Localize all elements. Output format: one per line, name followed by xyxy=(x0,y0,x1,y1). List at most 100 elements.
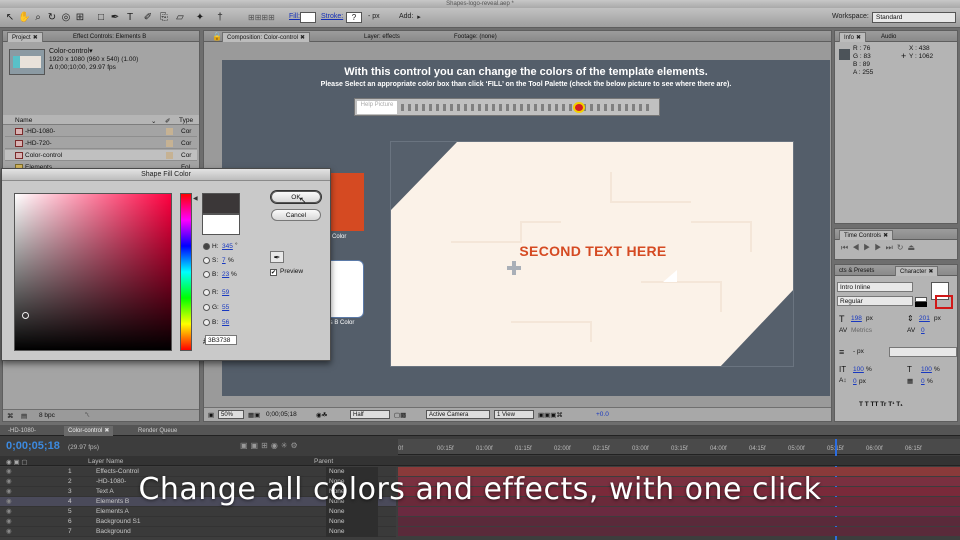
sort-chevron-icon[interactable]: ⌄ xyxy=(151,117,156,125)
tab-render-queue[interactable]: Render Queue xyxy=(134,426,181,436)
tab-character[interactable]: Character ✖ xyxy=(895,266,939,276)
clone-stamp-tool-icon[interactable]: ⎘ xyxy=(158,11,170,24)
blue-value[interactable]: 56 xyxy=(222,319,229,326)
workspace-select[interactable]: Standard xyxy=(872,12,956,23)
hue-slider[interactable] xyxy=(180,193,192,351)
layer-row[interactable]: ◉ 6 Background S1 None xyxy=(0,517,396,527)
playback-controls[interactable]: ⏮◀▶▶⏭↻⏏ xyxy=(841,243,919,253)
vertical-scale-value[interactable]: 100 xyxy=(853,366,864,373)
add-label[interactable]: Add: xyxy=(399,13,413,20)
rotate-tool-icon[interactable]: ↻ xyxy=(46,11,58,24)
tab-effects-presets[interactable]: cts & Presets xyxy=(835,266,878,276)
blue-radio[interactable] xyxy=(203,319,210,326)
eyedropper-icon[interactable]: ✒ xyxy=(270,251,284,263)
eraser-tool-icon[interactable]: ▱ xyxy=(174,11,186,24)
baseline-shift-value[interactable]: 0 xyxy=(853,378,857,385)
font-style-select[interactable]: Regular xyxy=(837,296,913,306)
zoom-select[interactable]: 50% xyxy=(218,410,244,419)
tab-color-control[interactable]: Color-control ✖ xyxy=(64,426,114,436)
col-layer-name[interactable]: Layer Name xyxy=(88,458,123,465)
stroke-color-chip[interactable] xyxy=(915,302,927,307)
tracking-value[interactable]: 0 xyxy=(921,327,925,334)
ok-button[interactable]: OK xyxy=(271,191,321,203)
tab-effect-controls[interactable]: Effect Controls: Elements B xyxy=(69,32,150,42)
tab-hd-1080[interactable]: -HD-1080- xyxy=(4,426,40,436)
resolution-select[interactable]: Half xyxy=(350,410,390,419)
h-radio[interactable] xyxy=(203,243,210,250)
close-icon[interactable]: ✖ xyxy=(883,233,888,239)
region-of-interest-icon[interactable]: ▢▩ xyxy=(394,411,406,419)
s-radio[interactable] xyxy=(203,257,210,264)
col-parent[interactable]: Parent xyxy=(314,458,333,465)
horizontal-scale-value[interactable]: 100 xyxy=(921,366,932,373)
s-value[interactable]: 7 xyxy=(222,257,226,264)
hand-tool-icon[interactable]: ✋ xyxy=(18,11,30,24)
tab-footage[interactable]: Footage: (none) xyxy=(450,32,501,42)
color-field[interactable] xyxy=(14,193,172,351)
tab-project[interactable]: Project ✖ xyxy=(7,32,43,42)
no-stroke-box[interactable] xyxy=(935,295,953,309)
tab-layer[interactable]: Layer: effects xyxy=(360,32,404,42)
zoom-tool-icon[interactable]: ⌕ xyxy=(32,11,44,24)
layer-row[interactable]: ◉ 7 Background None xyxy=(0,527,396,537)
layer-name[interactable]: Background S1 xyxy=(96,517,140,527)
timeline-switches-icon[interactable]: ▣▣⊞◉✳⚙ xyxy=(240,441,301,450)
pen-tool-icon[interactable]: ✒ xyxy=(109,11,121,24)
selection-tool-icon[interactable]: ↖ xyxy=(4,11,16,24)
camera-tool-icon[interactable]: ◎ xyxy=(60,11,72,24)
project-row[interactable]: -HD-1080- Cor xyxy=(5,126,197,137)
tab-info[interactable]: Info ✖ xyxy=(839,32,867,42)
exposure-value[interactable]: +0.0 xyxy=(596,411,609,418)
r-value[interactable]: 59 xyxy=(222,289,229,296)
close-icon[interactable]: ✖ xyxy=(104,428,109,434)
stroke-swatch[interactable]: ? xyxy=(346,12,362,23)
always-preview-icon[interactable]: ▣ xyxy=(208,411,214,419)
layer-row[interactable]: ◉ 5 Elements A None xyxy=(0,507,396,517)
interpret-footage-icon[interactable]: ⌘ xyxy=(7,412,14,420)
stroke-style-select[interactable] xyxy=(889,347,957,357)
layer-parent-select[interactable]: None xyxy=(326,517,378,527)
stroke-width-value[interactable]: - px xyxy=(853,348,864,355)
close-icon[interactable]: ✖ xyxy=(33,35,38,41)
fill-link[interactable]: Fill: xyxy=(289,13,300,20)
kerning-value[interactable]: Metrics xyxy=(851,327,872,334)
stroke-link[interactable]: Stroke: xyxy=(321,13,343,20)
snapshot-icon[interactable]: ◉☘ xyxy=(316,411,328,419)
b-radio[interactable] xyxy=(203,271,210,278)
layer-duration-bar[interactable] xyxy=(398,517,960,526)
leading-value[interactable]: 201 xyxy=(919,315,930,322)
visibility-eye-icon[interactable]: ◉ xyxy=(6,507,12,517)
g-radio[interactable] xyxy=(203,304,210,311)
preview-checkbox[interactable]: ✔ xyxy=(270,269,277,276)
hue-slider-arrow-icon[interactable]: ◀ xyxy=(193,195,198,202)
roto-brush-tool-icon[interactable]: ✦ xyxy=(194,11,206,24)
timecode-display[interactable]: 0;00;05;18 xyxy=(266,411,297,418)
col-type[interactable]: Type xyxy=(179,117,193,124)
snap-icon[interactable]: ⊞⊞⊞⊞ xyxy=(248,11,275,24)
add-dropdown-icon[interactable]: ▸ xyxy=(413,11,425,24)
project-row[interactable]: Color-control Cor xyxy=(5,150,197,161)
rectangle-tool-icon[interactable]: □ xyxy=(95,11,107,24)
tab-composition[interactable]: Composition: Color-control ✖ xyxy=(222,32,311,42)
layer-parent-select[interactable]: None xyxy=(326,507,378,517)
layer-name[interactable]: Elements A xyxy=(96,507,129,517)
toggle-pixel-icon[interactable]: ▣▣▣⌘ xyxy=(538,411,563,419)
h-value[interactable]: 345 xyxy=(222,243,233,250)
tsume-value[interactable]: 0 xyxy=(921,378,925,385)
grid-icon[interactable]: ▦▣ xyxy=(248,411,260,419)
close-icon[interactable]: ✖ xyxy=(856,35,861,41)
stroke-width[interactable]: - px xyxy=(368,13,380,20)
timeline-timecode[interactable]: 0;00;05;18 xyxy=(6,440,60,452)
camera-select[interactable]: Active Camera xyxy=(426,410,490,419)
layer-name[interactable]: Background xyxy=(96,527,131,537)
layer-parent-select[interactable]: None xyxy=(326,527,378,537)
font-family-select[interactable]: Intro Inline xyxy=(837,282,913,292)
color-picker-cursor[interactable] xyxy=(22,312,29,319)
project-row[interactable]: -HD-720- Cor xyxy=(5,138,197,149)
puppet-tool-icon[interactable]: † xyxy=(214,11,226,24)
layer-duration-bar[interactable] xyxy=(398,507,960,516)
layer-duration-bar[interactable] xyxy=(398,527,960,536)
type-tool-icon[interactable]: T xyxy=(124,11,136,24)
close-icon[interactable]: ✖ xyxy=(300,35,305,41)
view-layout-select[interactable]: 1 View xyxy=(494,410,534,419)
